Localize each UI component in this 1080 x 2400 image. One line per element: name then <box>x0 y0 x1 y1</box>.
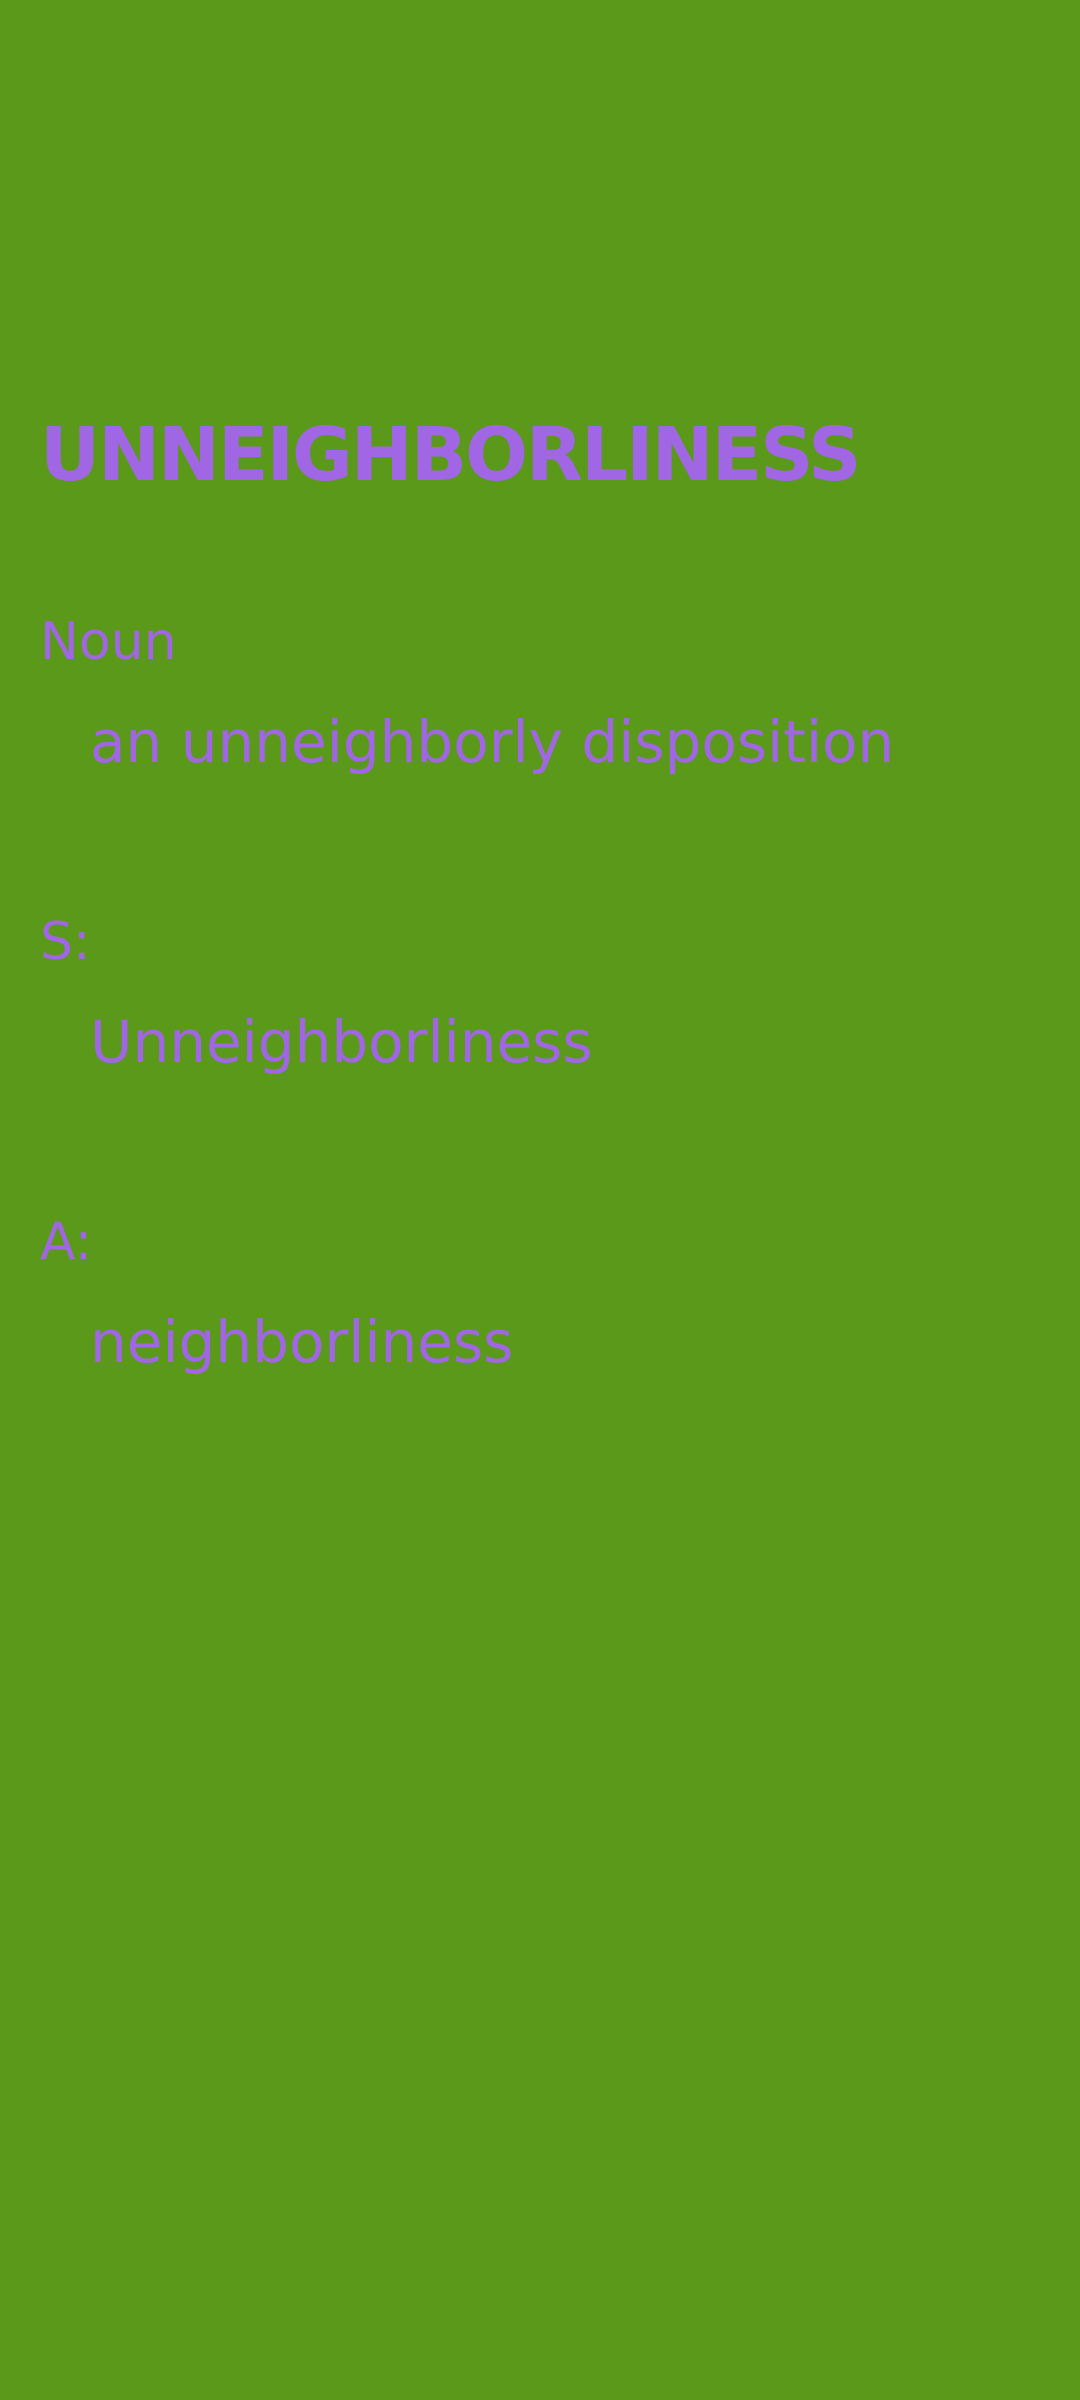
definition-text: an unneighborly disposition <box>90 708 895 776</box>
part-of-speech-label: Noun <box>40 612 177 672</box>
headword-title: UNNEIGHBORLINESS <box>40 412 861 498</box>
synonym-text: Unneighborliness <box>90 1008 593 1076</box>
word-detail-screen: UNNEIGHBORLINESS Noun an unneighborly di… <box>0 0 1080 2400</box>
antonym-text: neighborliness <box>90 1308 514 1376</box>
antonym-label: A: <box>40 1212 93 1272</box>
synonym-label: S: <box>40 912 91 972</box>
